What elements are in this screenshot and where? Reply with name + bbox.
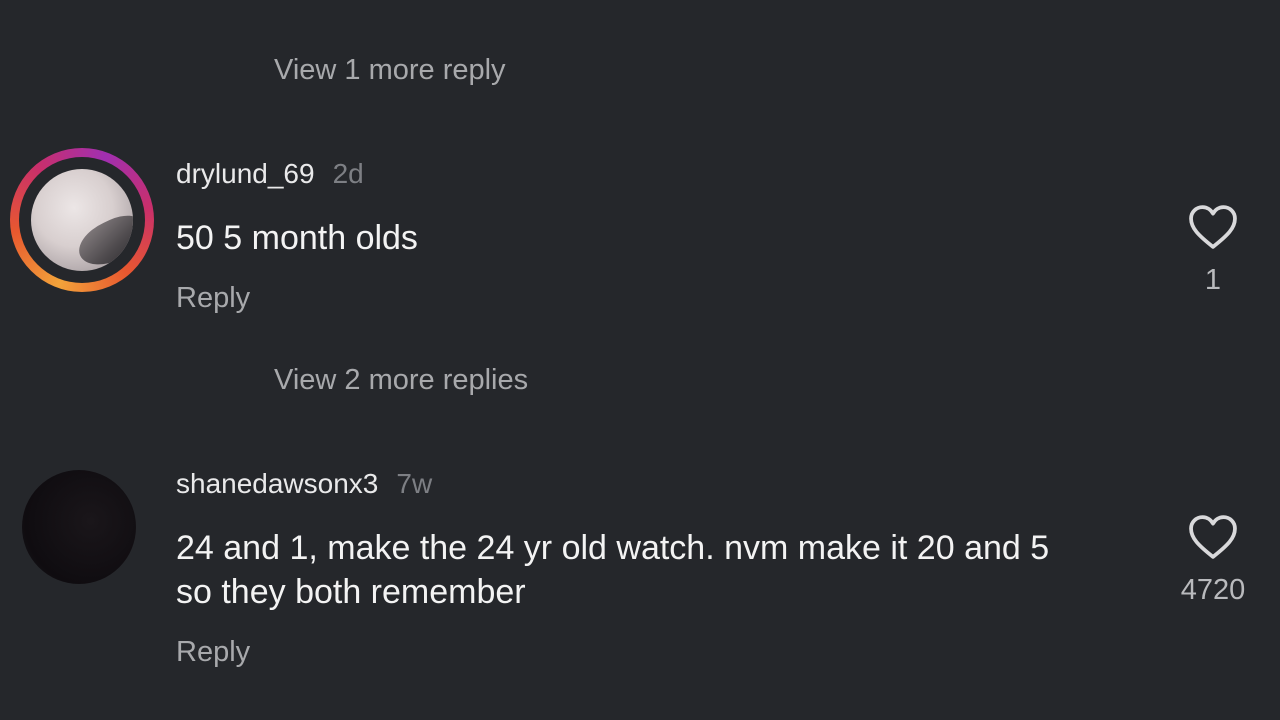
view-more-replies-link-2[interactable]: View 2 more replies xyxy=(274,364,528,397)
timestamp: 2d xyxy=(332,158,364,189)
heart-outline-icon[interactable] xyxy=(1187,204,1239,250)
comment-item: shanedawsonx3 7w 24 and 1, make the 24 yr… xyxy=(0,468,1280,680)
like-control: 4720 xyxy=(1158,514,1268,607)
view-more-replies-link-1[interactable]: View 1 more reply xyxy=(274,54,506,87)
comment-header: drylund_69 2d xyxy=(176,158,364,190)
heart-outline-icon[interactable] xyxy=(1187,514,1239,560)
comments-panel: View 1 more reply drylund_69 2d 50 5 mont… xyxy=(0,0,1280,720)
avatar[interactable] xyxy=(22,470,136,584)
avatar[interactable] xyxy=(10,148,154,292)
avatar-image xyxy=(31,169,133,271)
comment-header: shanedawsonx3 7w xyxy=(176,468,432,500)
comment-item: drylund_69 2d 50 5 month olds Reply 1 xyxy=(0,148,1280,328)
like-control: 1 xyxy=(1158,204,1268,297)
comment-text: 50 5 month olds xyxy=(176,219,418,257)
comment-text: 24 and 1, make the 24 yr old watch. nvm … xyxy=(176,529,1050,611)
reply-button[interactable]: Reply xyxy=(176,282,250,315)
username[interactable]: shanedawsonx3 xyxy=(176,468,378,499)
reply-button[interactable]: Reply xyxy=(176,636,250,669)
timestamp: 7w xyxy=(396,468,433,499)
like-count: 1 xyxy=(1204,264,1222,296)
username[interactable]: drylund_69 xyxy=(176,158,315,189)
like-count: 4720 xyxy=(1180,574,1246,606)
story-ring xyxy=(19,157,145,283)
